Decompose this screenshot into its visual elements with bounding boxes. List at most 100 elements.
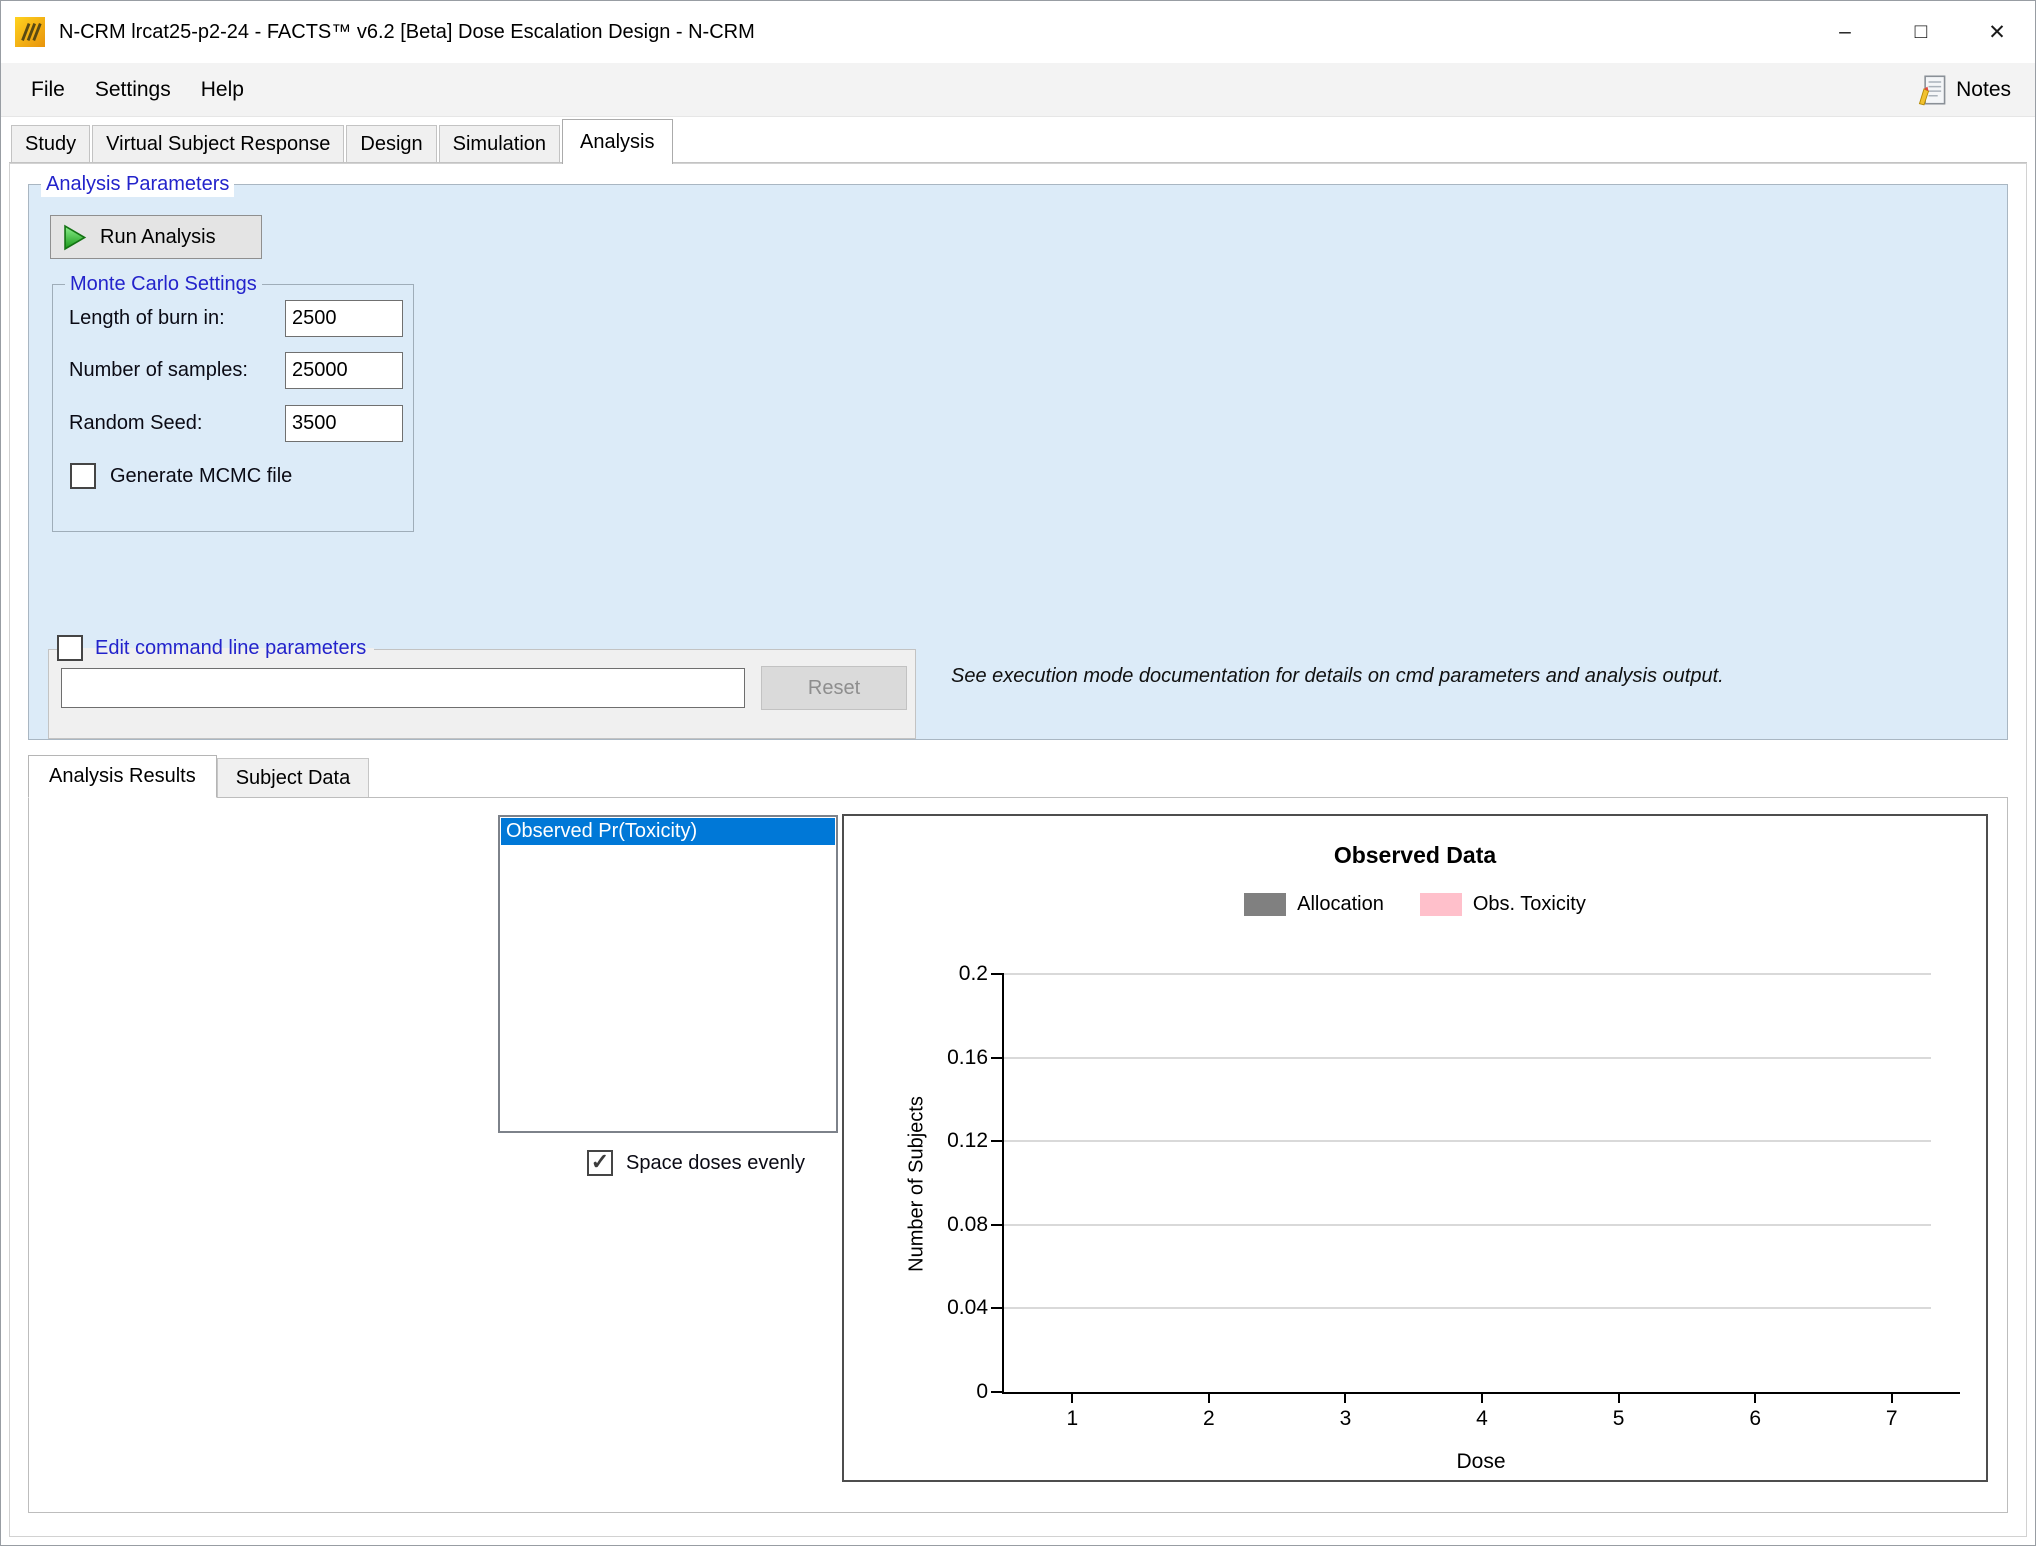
legend-swatch-allocation	[1244, 893, 1286, 916]
observed-data-chart: Observed Data AllocationObs. Toxicity 00…	[842, 814, 1988, 1482]
results-tab-subject-data[interactable]: Subject Data	[217, 758, 370, 797]
x-tick-label-5: 5	[1550, 1407, 1687, 1431]
x-tick-label-6: 6	[1687, 1407, 1824, 1431]
gridline-y-0.2	[1004, 973, 1931, 975]
gridline-y-0.16	[1004, 1057, 1931, 1059]
results-tab-analysis-results[interactable]: Analysis Results	[28, 755, 217, 798]
monte-carlo-settings-title: Monte Carlo Settings	[65, 272, 262, 297]
y-tick-label-0.12: 0.12	[947, 1129, 988, 1153]
y-tick-labels: 00.040.080.120.160.2	[918, 974, 988, 1392]
monte-carlo-settings-group: Monte Carlo Settings Length of burn in: …	[52, 284, 414, 532]
y-tick-label-0: 0	[976, 1380, 988, 1404]
y-tick-mark-0	[991, 1391, 1004, 1393]
gridline-y-0.08	[1004, 1224, 1931, 1226]
menu-bar: FileSettingsHelp Notes	[1, 63, 2035, 117]
x-tick-label-3: 3	[1277, 1407, 1414, 1431]
results-panel: Observed Pr(Toxicity) Space doses evenly…	[28, 797, 2008, 1513]
menu-settings[interactable]: Settings	[80, 63, 186, 116]
chart-plot-area: 00.040.080.120.160.2 1234567	[1002, 974, 1960, 1394]
analysis-parameters-group: Analysis Parameters Run Analysis Monte C…	[28, 184, 2008, 740]
burn-in-label: Length of burn in:	[69, 307, 225, 330]
burn-in-input[interactable]	[285, 300, 403, 337]
generate-mcmc-row: Generate MCMC file	[70, 463, 292, 489]
cmd-parameters-group: Edit command line parameters Reset	[48, 649, 916, 739]
y-tick-label-0.16: 0.16	[947, 1046, 988, 1070]
notes-notepad-icon	[1917, 74, 1947, 106]
legend-label-allocation: Allocation	[1297, 893, 1384, 916]
num-samples-input[interactable]	[285, 352, 403, 389]
chart-bars	[1004, 974, 1960, 1392]
y-axis-title: Number of Subjects	[906, 1096, 929, 1272]
close-button[interactable]: ✕	[1959, 1, 2035, 63]
results-tab-strip: Analysis ResultsSubject Data	[28, 755, 2008, 797]
notes-button[interactable]: Notes	[1917, 74, 2011, 106]
y-tick-label-0.08: 0.08	[947, 1213, 988, 1237]
x-tick-mark-7	[1891, 1392, 1893, 1403]
gridline-y-0.04	[1004, 1307, 1931, 1309]
num-samples-label: Number of samples:	[69, 359, 248, 382]
title-bar: N-CRM lrcat25-p2-24 - FACTS™ v6.2 [Beta]…	[1, 1, 2035, 63]
x-tick-mark-2	[1208, 1392, 1210, 1403]
space-doses-row: Space doses evenly	[587, 1150, 805, 1176]
main-tab-strip: StudyVirtual Subject ResponseDesignSimul…	[1, 117, 2035, 163]
cmd-parameters-input[interactable]	[61, 668, 745, 708]
x-axis-title: Dose	[1002, 1450, 1960, 1474]
tab-study[interactable]: Study	[11, 125, 90, 163]
tab-analysis[interactable]: Analysis	[562, 119, 672, 164]
app-window: N-CRM lrcat25-p2-24 - FACTS™ v6.2 [Beta]…	[0, 0, 2036, 1546]
y-tick-mark-0.16	[991, 1057, 1004, 1059]
y-tick-mark-0.12	[991, 1140, 1004, 1142]
edit-cmd-label: Edit command line parameters	[95, 637, 366, 660]
menu-help[interactable]: Help	[186, 63, 259, 116]
x-tick-label-1: 1	[1004, 1407, 1141, 1431]
y-tick-mark-0.04	[991, 1307, 1004, 1309]
random-seed-label: Random Seed:	[69, 412, 202, 435]
notes-label: Notes	[1956, 78, 2011, 102]
window-controls: – □ ✕	[1807, 1, 2035, 63]
legend-label-obs-toxicity: Obs. Toxicity	[1473, 893, 1586, 916]
y-tick-label-0.2: 0.2	[959, 962, 988, 986]
tab-design[interactable]: Design	[346, 125, 436, 163]
maximize-button[interactable]: □	[1883, 1, 1959, 63]
run-analysis-button[interactable]: Run Analysis	[50, 215, 262, 259]
app-logo-icon	[15, 17, 45, 47]
x-tick-labels: 1234567	[1004, 1407, 1960, 1431]
y-tick-mark-0.2	[991, 973, 1004, 975]
minimize-button[interactable]: –	[1807, 1, 1883, 63]
space-doses-checkbox[interactable]	[587, 1150, 613, 1176]
x-tick-label-4: 4	[1414, 1407, 1551, 1431]
x-tick-mark-6	[1754, 1392, 1756, 1403]
tab-simulation[interactable]: Simulation	[439, 125, 560, 163]
space-doses-label: Space doses evenly	[626, 1152, 805, 1175]
chart-title: Observed Data	[844, 842, 1986, 869]
play-icon	[61, 224, 88, 251]
generate-mcmc-label: Generate MCMC file	[110, 465, 292, 488]
x-tick-label-2: 2	[1141, 1407, 1278, 1431]
gridline-y-0.12	[1004, 1140, 1931, 1142]
edit-cmd-checkbox[interactable]	[57, 635, 83, 661]
analysis-parameters-title: Analysis Parameters	[41, 172, 234, 197]
analysis-tab-page: Analysis Parameters Run Analysis Monte C…	[9, 163, 2027, 1537]
y-tick-mark-0.08	[991, 1224, 1004, 1226]
generate-mcmc-checkbox[interactable]	[70, 463, 96, 489]
results-listbox[interactable]: Observed Pr(Toxicity)	[498, 815, 838, 1133]
legend-swatch-obs-toxicity	[1420, 893, 1462, 916]
window-title: N-CRM lrcat25-p2-24 - FACTS™ v6.2 [Beta]…	[59, 21, 755, 44]
run-analysis-label: Run Analysis	[100, 226, 216, 249]
legend-item-obs-toxicity: Obs. Toxicity	[1420, 893, 1586, 916]
cmd-documentation-note: See execution mode documentation for det…	[951, 665, 1724, 688]
x-tick-mark-3	[1344, 1392, 1346, 1403]
chart-legend: Allocation Obs. Toxicity	[844, 893, 1986, 916]
random-seed-input[interactable]	[285, 405, 403, 442]
list-item-observed-pr-toxicity[interactable]: Observed Pr(Toxicity)	[501, 818, 835, 845]
y-tick-label-0.04: 0.04	[947, 1296, 988, 1320]
menu-items: FileSettingsHelp	[27, 63, 259, 116]
x-tick-mark-1	[1071, 1392, 1073, 1403]
reset-button[interactable]: Reset	[761, 666, 907, 710]
tab-virtual-subject-response[interactable]: Virtual Subject Response	[92, 125, 344, 163]
x-tick-label-7: 7	[1823, 1407, 1960, 1431]
menu-file[interactable]: File	[27, 63, 80, 116]
x-tick-mark-5	[1618, 1392, 1620, 1403]
x-tick-mark-4	[1481, 1392, 1483, 1403]
cmd-parameters-header: Edit command line parameters	[57, 635, 374, 661]
